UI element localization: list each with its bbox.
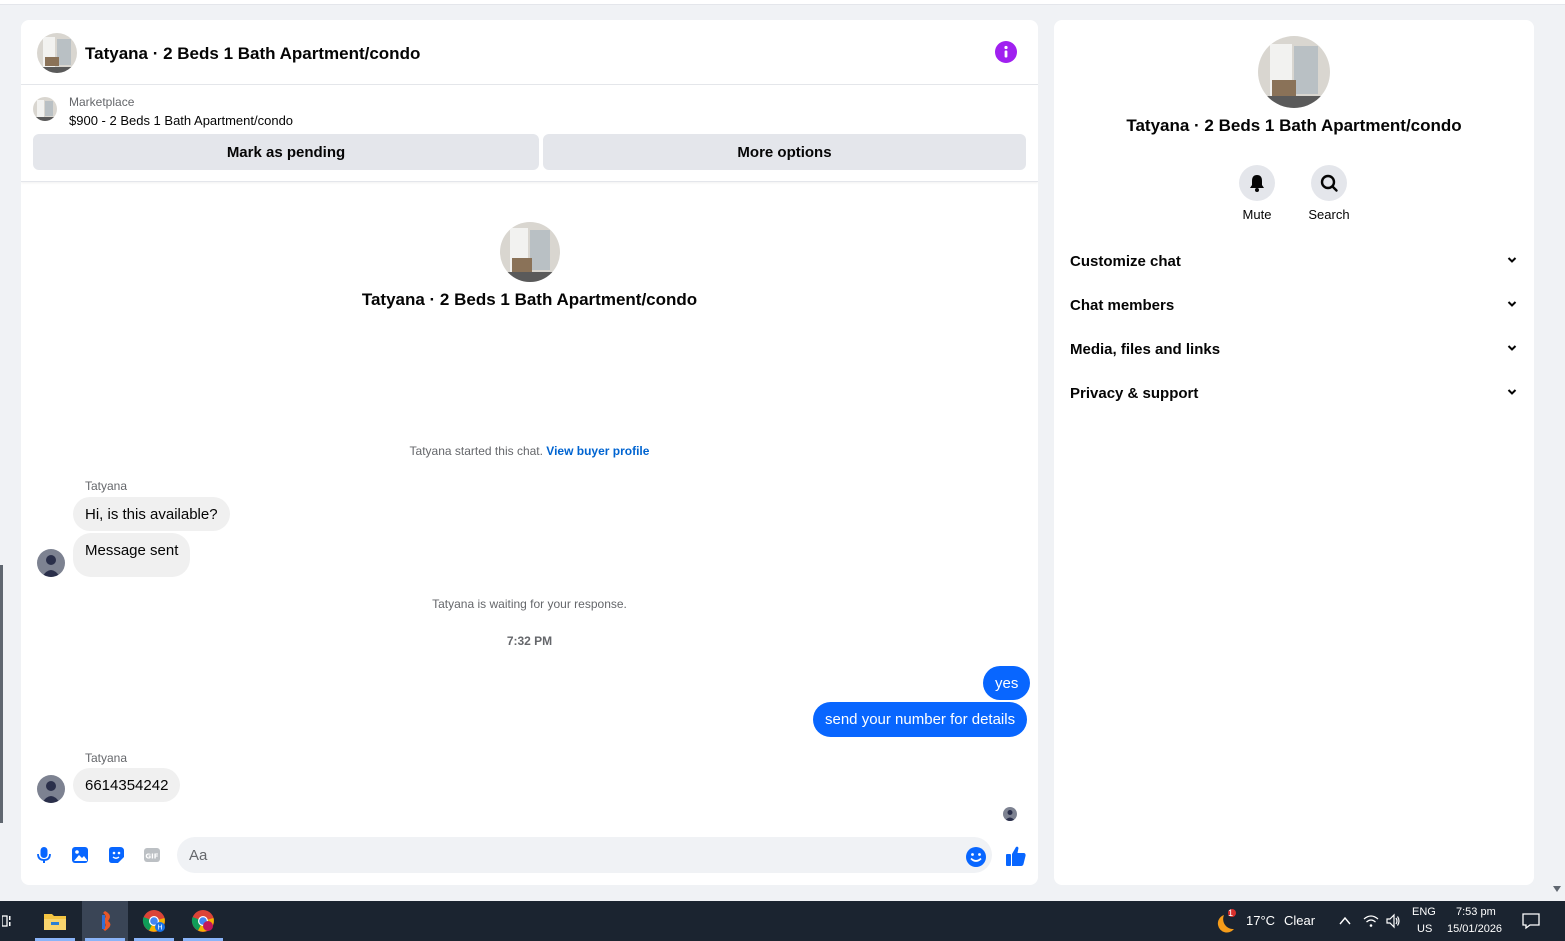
chevron-up-icon[interactable] bbox=[1338, 914, 1352, 933]
clock-time[interactable]: 7:53 pm bbox=[1456, 906, 1496, 918]
sticker-icon[interactable] bbox=[105, 844, 127, 866]
emoji-icon[interactable] bbox=[965, 846, 987, 868]
photo-icon[interactable] bbox=[69, 844, 91, 866]
volume-icon[interactable] bbox=[1385, 913, 1401, 934]
mute-label: Mute bbox=[1242, 207, 1272, 222]
chat-header: Tatyana · 2 Beds 1 Bath Apartment/condo bbox=[21, 20, 1038, 85]
scroll-down-arrow[interactable] bbox=[1553, 886, 1561, 892]
svg-text:H: H bbox=[157, 924, 162, 932]
weather-description[interactable]: Clear bbox=[1284, 913, 1315, 928]
gif-icon[interactable]: GIF bbox=[141, 844, 163, 866]
customize-chat-section[interactable]: Customize chat bbox=[1062, 241, 1526, 281]
search-button[interactable]: Search bbox=[1299, 165, 1359, 222]
region-indicator[interactable]: US bbox=[1417, 923, 1432, 935]
incoming-message[interactable]: Hi, is this available? bbox=[73, 497, 230, 531]
file-explorer-icon[interactable] bbox=[32, 901, 78, 941]
marketplace-listing-bar: Marketplace $900 - 2 Beds 1 Bath Apartme… bbox=[21, 85, 1038, 182]
chat-info-panel: Tatyana · 2 Beds 1 Bath Apartment/condo … bbox=[1054, 20, 1534, 885]
incoming-message[interactable]: 6614354242 bbox=[73, 768, 181, 802]
sender-avatar[interactable] bbox=[37, 549, 65, 577]
microphone-icon[interactable] bbox=[33, 844, 55, 866]
intro-avatar bbox=[500, 222, 560, 282]
more-options-button[interactable]: More options bbox=[543, 134, 1026, 170]
task-view-icon[interactable] bbox=[0, 901, 18, 941]
seen-indicator-avatar bbox=[1003, 807, 1017, 821]
message-timestamp: 7:32 PM bbox=[506, 634, 553, 648]
left-scroll-edge bbox=[0, 565, 3, 823]
listing-thumbnail[interactable] bbox=[33, 97, 57, 121]
mute-button[interactable]: Mute bbox=[1227, 165, 1287, 222]
section-label: Media, files and links bbox=[1070, 340, 1221, 358]
browser-top-strip bbox=[0, 0, 1565, 5]
chevron-down-icon bbox=[1506, 385, 1518, 402]
view-buyer-profile-link[interactable]: View buyer profile bbox=[546, 444, 649, 458]
listing-label: Marketplace bbox=[69, 95, 135, 109]
sender-name: Tatyana bbox=[85, 751, 128, 765]
thumbs-up-icon[interactable] bbox=[1004, 844, 1028, 868]
media-files-links-section[interactable]: Media, files and links bbox=[1062, 329, 1526, 369]
section-label: Chat members bbox=[1070, 296, 1175, 314]
listing-price-title[interactable]: $900 - 2 Beds 1 Bath Apartment/condo bbox=[69, 113, 293, 128]
chevron-down-icon bbox=[1506, 341, 1518, 358]
chat-started-text: Tatyana started this chat. bbox=[409, 444, 543, 458]
outgoing-message[interactable]: send your number for details bbox=[813, 702, 1028, 737]
waiting-response-text: Tatyana is waiting for your response. bbox=[432, 597, 627, 611]
weather-icon[interactable] bbox=[1214, 909, 1240, 935]
chrome-icon[interactable] bbox=[180, 901, 226, 941]
message-composer: GIF bbox=[21, 828, 1038, 885]
sender-name: Tatyana bbox=[85, 479, 128, 493]
notification-icon[interactable] bbox=[1522, 912, 1540, 935]
intro-title: Tatyana · 2 Beds 1 Bath Apartment/condo bbox=[361, 290, 698, 309]
sender-avatar[interactable] bbox=[37, 775, 65, 803]
chat-panel: Tatyana · 2 Beds 1 Bath Apartment/condo … bbox=[21, 20, 1038, 885]
chevron-down-icon bbox=[1506, 253, 1518, 270]
info-icon[interactable] bbox=[995, 41, 1017, 63]
search-label: Search bbox=[1308, 207, 1350, 222]
section-label: Customize chat bbox=[1070, 252, 1181, 270]
mark-as-pending-button[interactable]: Mark as pending bbox=[33, 134, 539, 170]
powerpoint-icon[interactable] bbox=[82, 901, 128, 941]
bell-icon bbox=[1239, 165, 1275, 201]
privacy-support-section[interactable]: Privacy & support bbox=[1062, 373, 1526, 413]
weather-temperature[interactable]: 17°C bbox=[1246, 913, 1275, 928]
windows-taskbar: H 1 17°C Clear ENG US 7:53 pm 15/01/2026 bbox=[0, 901, 1565, 941]
message-input[interactable] bbox=[177, 837, 992, 873]
chat-members-section[interactable]: Chat members bbox=[1062, 285, 1526, 325]
outgoing-message[interactable]: yes bbox=[983, 666, 1031, 700]
chat-started-line: Tatyana started this chat. View buyer pr… bbox=[21, 444, 1038, 458]
weather-alert-badge: 1 bbox=[1228, 908, 1234, 918]
chat-avatar[interactable] bbox=[37, 33, 77, 73]
clock-date[interactable]: 15/01/2026 bbox=[1447, 923, 1502, 935]
language-indicator[interactable]: ENG bbox=[1412, 906, 1436, 918]
section-label: Privacy & support bbox=[1070, 384, 1199, 402]
info-avatar[interactable] bbox=[1258, 36, 1330, 108]
incoming-message[interactable]: Message sent bbox=[73, 533, 191, 577]
chat-title[interactable]: Tatyana · 2 Beds 1 Bath Apartment/condo bbox=[85, 44, 420, 64]
search-icon bbox=[1311, 165, 1347, 201]
svg-text:GIF: GIF bbox=[145, 853, 158, 861]
wifi-icon[interactable] bbox=[1363, 913, 1379, 934]
chevron-down-icon bbox=[1506, 297, 1518, 314]
chrome-icon[interactable]: H bbox=[131, 901, 177, 941]
info-title: Tatyana · 2 Beds 1 Bath Apartment/condo bbox=[1126, 116, 1462, 135]
